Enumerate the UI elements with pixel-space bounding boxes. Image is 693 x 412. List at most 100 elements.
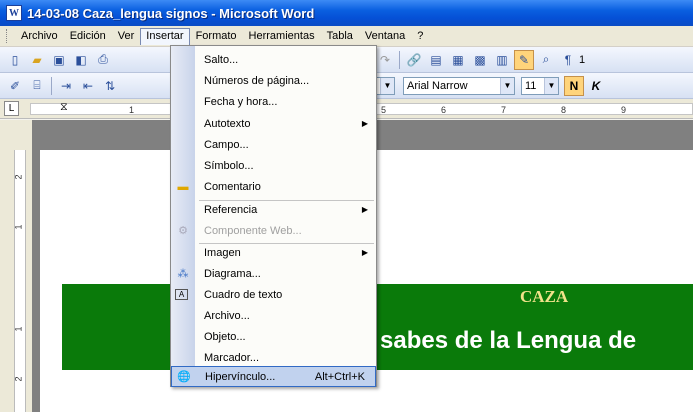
- menu-item-archivo[interactable]: Archivo...: [171, 305, 376, 326]
- menu-item-campo[interactable]: Campo...: [171, 134, 376, 155]
- menu-item-hipervinculo[interactable]: 🌐 Hipervínculo... Alt+Ctrl+K: [171, 366, 376, 387]
- bold-button[interactable]: N: [564, 75, 584, 96]
- vruler-number: 1: [13, 326, 24, 332]
- sort-icon[interactable]: ⇅: [100, 76, 120, 96]
- ruler-number: 9: [621, 105, 627, 115]
- save-icon[interactable]: ▣: [49, 50, 69, 70]
- menu-item-label: Diagrama...: [204, 267, 261, 280]
- menu-ver[interactable]: Ver: [112, 28, 141, 44]
- chevron-down-icon[interactable]: ▼: [544, 77, 558, 94]
- menu-item-label: Fecha y hora...: [204, 95, 278, 108]
- menu-ventana[interactable]: Ventana: [359, 28, 411, 44]
- outdent-icon[interactable]: ⇤: [78, 76, 98, 96]
- italic-button[interactable]: K: [586, 76, 606, 96]
- comment-icon: ▬: [177, 180, 189, 193]
- menu-item-comentario[interactable]: ▬ Comentario: [171, 176, 376, 197]
- menu-item-label: Componente Web...: [204, 224, 302, 237]
- menu-item-label: Archivo...: [204, 309, 250, 322]
- menu-edicion[interactable]: Edición: [64, 28, 112, 44]
- menu-archivo[interactable]: Archivo: [15, 28, 64, 44]
- ruler-number: 7: [501, 105, 507, 115]
- format-painter-icon[interactable]: ⌸: [27, 76, 47, 96]
- font-combobox[interactable]: Arial Narrow ▼: [403, 76, 515, 95]
- menu-item-marcador[interactable]: Marcador...: [171, 347, 376, 368]
- styles-pane-icon[interactable]: ✐: [5, 76, 25, 96]
- menu-item-cuadro-texto[interactable]: A Cuadro de texto: [171, 284, 376, 305]
- document-map-icon[interactable]: ⌕: [536, 50, 556, 70]
- toolbar-separator: [51, 76, 52, 95]
- web-component-icon: ⚙: [178, 225, 188, 237]
- menubar-grip[interactable]: [6, 29, 9, 43]
- menu-tabla[interactable]: Tabla: [321, 28, 359, 44]
- ruler-number: 1: [129, 105, 135, 115]
- vruler-number: 2: [13, 376, 24, 382]
- menu-item-label: Imagen: [204, 246, 241, 259]
- submenu-arrow-icon: ▶: [361, 119, 368, 128]
- insert-excel-icon[interactable]: ▩: [470, 50, 490, 70]
- new-document-icon[interactable]: ▯: [5, 50, 25, 70]
- chevron-down-icon[interactable]: ▼: [500, 77, 514, 94]
- menu-item-label: Autotexto: [204, 117, 251, 130]
- menu-item-fecha-hora[interactable]: Fecha y hora...: [171, 91, 376, 112]
- menu-item-label: Cuadro de texto: [204, 288, 283, 301]
- menu-bar: Archivo Edición Ver Insertar Formato Her…: [0, 26, 693, 47]
- menu-help[interactable]: ?: [411, 28, 429, 44]
- insert-menu-dropdown: Salto... Números de página... Fecha y ho…: [170, 45, 377, 387]
- menu-item-label: Salto...: [204, 53, 239, 66]
- menu-item-objeto[interactable]: Objeto...: [171, 326, 376, 347]
- menu-item-diagrama[interactable]: ⁂ Diagrama...: [171, 263, 376, 284]
- zoom-partial-value[interactable]: 1: [579, 54, 585, 66]
- menu-item-referencia[interactable]: Referencia ▶: [171, 199, 376, 220]
- word-app-icon[interactable]: W: [6, 5, 22, 21]
- vruler-number: 1: [13, 224, 24, 230]
- menu-item-salto[interactable]: Salto...: [171, 49, 376, 70]
- print-icon[interactable]: ⎙: [93, 50, 113, 70]
- title-bar: W 14-03-08 Caza_lengua signos - Microsof…: [0, 0, 693, 26]
- menu-item-label: Símbolo...: [204, 159, 254, 172]
- columns-icon[interactable]: ▥: [492, 50, 512, 70]
- tab-selector-icon[interactable]: L: [4, 101, 19, 116]
- submenu-arrow-icon: ▶: [361, 248, 368, 257]
- menu-item-imagen[interactable]: Imagen ▶: [171, 242, 376, 263]
- menu-item-label: Campo...: [204, 138, 249, 151]
- vertical-ruler-strip[interactable]: [14, 150, 26, 412]
- menu-herramientas[interactable]: Herramientas: [243, 28, 321, 44]
- menu-item-label: Marcador...: [204, 351, 260, 364]
- redo-icon[interactable]: ↷: [375, 50, 395, 70]
- hyperlink-icon: 🌐: [177, 371, 191, 383]
- show-hide-pilcrow-icon[interactable]: ¶: [558, 50, 578, 70]
- menu-item-autotexto[interactable]: Autotexto ▶: [171, 113, 376, 134]
- ruler-number: 8: [561, 105, 567, 115]
- window-title: 14-03-08 Caza_lengua signos - Microsoft …: [27, 5, 315, 21]
- font-size-value: 11: [525, 79, 537, 92]
- banner-caza-text: CAZA: [520, 287, 569, 306]
- font-size-combobox[interactable]: 11 ▼: [521, 76, 559, 95]
- menu-item-label: Hipervínculo...: [205, 370, 276, 383]
- menu-item-label: Referencia: [204, 203, 258, 216]
- menu-item-label: Objeto...: [204, 330, 246, 343]
- menu-item-label: Comentario: [204, 180, 261, 193]
- menu-item-simbolo[interactable]: Símbolo...: [171, 155, 376, 176]
- menu-item-componente-web: ⚙ Componente Web...: [171, 220, 376, 241]
- open-folder-icon[interactable]: ▰: [27, 50, 47, 70]
- menu-item-label: Números de página...: [204, 74, 310, 87]
- toolbar-separator: [399, 50, 400, 69]
- hyperlink-toolbar-icon[interactable]: 🔗: [404, 50, 424, 70]
- indent-marker-icon[interactable]: ⧖: [60, 101, 68, 114]
- menu-item-shortcut: Alt+Ctrl+K: [314, 370, 365, 383]
- menu-item-numeros-pagina[interactable]: Números de página...: [171, 70, 376, 91]
- banner-headline: sabes de la Lengua de: [380, 327, 637, 354]
- tables-borders-icon[interactable]: ▤: [426, 50, 446, 70]
- vertical-ruler: 2 1 1 2: [0, 120, 32, 412]
- indent-icon[interactable]: ⇥: [56, 76, 76, 96]
- permission-icon[interactable]: ◧: [71, 50, 91, 70]
- menu-insertar[interactable]: Insertar: [140, 27, 190, 45]
- chevron-down-icon[interactable]: ▼: [380, 77, 394, 94]
- drawing-icon[interactable]: ✎: [514, 49, 534, 70]
- menu-formato[interactable]: Formato: [190, 28, 243, 44]
- textbox-icon: A: [175, 289, 188, 300]
- submenu-arrow-icon: ▶: [361, 205, 368, 214]
- diagram-icon: ⁂: [177, 268, 189, 280]
- insert-table-icon[interactable]: ▦: [448, 50, 468, 70]
- ruler-number: 6: [441, 105, 447, 115]
